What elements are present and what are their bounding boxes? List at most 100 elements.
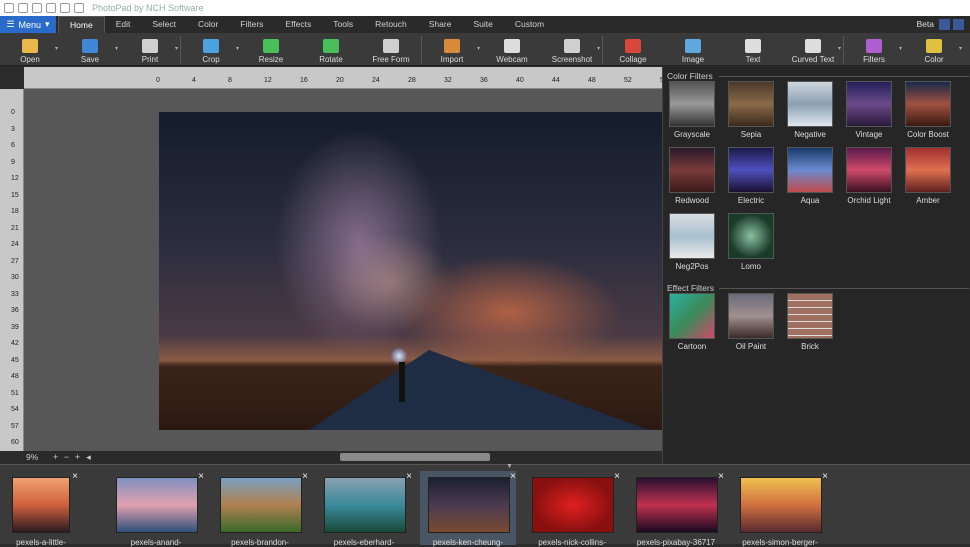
thumbnail-filename: pexels-simon-berger- — [742, 538, 818, 547]
filmstrip-thumbnail[interactable]: × pexels-a-little- — [4, 471, 78, 547]
person-silhouette — [399, 362, 405, 402]
undo-icon[interactable] — [32, 3, 42, 13]
close-icon[interactable]: × — [302, 471, 308, 482]
menu-button[interactable]: ☰ Menu ▾ — [0, 16, 56, 33]
horizontal-ruler: 048121620242832364044485256 — [24, 67, 662, 89]
tab-effects[interactable]: Effects — [274, 16, 322, 33]
chevron-down-icon[interactable]: ▾ — [838, 45, 841, 52]
close-icon[interactable]: × — [198, 471, 204, 482]
collapse-handle-icon[interactable]: ▼ — [506, 463, 513, 470]
filmstrip-thumbnail[interactable]: × pexels-anand- — [108, 471, 204, 547]
tab-edit[interactable]: Edit — [105, 16, 142, 33]
close-icon[interactable]: × — [72, 471, 78, 482]
rotate-button[interactable]: Rotate — [301, 33, 361, 66]
hamburger-icon: ☰ — [6, 19, 15, 29]
tab-tools[interactable]: Tools — [322, 16, 364, 33]
collage-button[interactable]: Collage — [603, 33, 663, 66]
filmstrip-thumbnail[interactable]: × pexels-pixabay-36717 — [628, 471, 724, 547]
oil-paint-filter[interactable]: Oil Paint — [727, 293, 775, 351]
close-icon[interactable]: × — [510, 471, 516, 482]
facebook-icon[interactable] — [953, 19, 964, 30]
grayscale-filter[interactable]: Grayscale — [668, 81, 716, 139]
screenshot-button[interactable]: Screenshot ▾ — [542, 33, 602, 66]
close-icon[interactable]: × — [822, 471, 828, 482]
filmstrip-thumbnail[interactable]: × pexels-nick-collins- — [524, 471, 620, 547]
image-canvas[interactable] — [24, 89, 662, 451]
cartoon-filter[interactable]: Cartoon — [668, 293, 716, 351]
image-button[interactable]: Image — [663, 33, 723, 66]
quick-save-icon[interactable] — [18, 3, 28, 13]
vintage-filter[interactable]: Vintage — [845, 81, 893, 139]
sepia-filter[interactable]: Sepia — [727, 81, 775, 139]
zoom-fit-button[interactable]: + — [72, 452, 83, 462]
tab-select[interactable]: Select — [141, 16, 187, 33]
tab-color[interactable]: Color — [187, 16, 229, 33]
paste-icon[interactable] — [74, 3, 84, 13]
amber-filter[interactable]: Amber — [904, 147, 952, 205]
filmstrip-thumbnail[interactable]: × pexels-eberhard- — [316, 471, 412, 547]
negative-filter-icon — [787, 81, 833, 127]
electric-filter[interactable]: Electric — [727, 147, 775, 205]
negative-filter[interactable]: Negative — [786, 81, 834, 139]
resize-button[interactable]: Resize — [241, 33, 301, 66]
sepia-filter-icon — [728, 81, 774, 127]
brick-filter[interactable]: Brick — [786, 293, 834, 351]
print-button[interactable]: Print ▾ — [120, 33, 180, 66]
new-icon[interactable] — [60, 3, 70, 13]
curved-text-button[interactable]: Curved Text ▾ — [783, 33, 843, 66]
color-boost-filter[interactable]: Color Boost — [904, 81, 952, 139]
chevron-down-icon[interactable]: ▾ — [115, 45, 118, 52]
free-form-icon — [383, 39, 399, 53]
free-form-button[interactable]: Free Form — [361, 33, 421, 66]
aqua-filter[interactable]: Aqua — [786, 147, 834, 205]
chevron-down-icon[interactable]: ▾ — [597, 45, 600, 52]
filmstrip-thumbnail[interactable]: × pexels-ken-cheung- — [420, 471, 516, 547]
webcam-button[interactable]: Webcam — [482, 33, 542, 66]
thumbs-up-icon[interactable] — [939, 19, 950, 30]
tab-suite[interactable]: Suite — [462, 16, 503, 33]
tab-filters[interactable]: Filters — [229, 16, 274, 33]
orchid-light-filter[interactable]: Orchid Light — [845, 147, 893, 205]
crop-button[interactable]: Crop ▾ — [181, 33, 241, 66]
tab-home[interactable]: Home — [58, 16, 105, 33]
screenshot-icon — [564, 39, 580, 53]
scrollbar-thumb[interactable] — [340, 453, 490, 461]
filters-button[interactable]: Filters ▾ — [844, 33, 904, 66]
canvas-scrollbar[interactable]: 9% + − + ◂ — [24, 451, 662, 463]
lomo-filter[interactable]: Lomo — [727, 213, 775, 271]
quick-access-icon[interactable] — [4, 3, 14, 13]
filmstrip-thumbnail[interactable]: × pexels-brandon- — [212, 471, 308, 547]
save-button[interactable]: Save ▾ — [60, 33, 120, 66]
color-button[interactable]: Color ▾ — [904, 33, 964, 66]
filter-label: Sepia — [740, 130, 762, 139]
tab-share[interactable]: Share — [418, 16, 463, 33]
close-icon[interactable]: × — [406, 471, 412, 482]
chevron-down-icon[interactable]: ▾ — [899, 45, 902, 52]
chevron-down-icon[interactable]: ▾ — [236, 45, 239, 52]
chevron-down-icon[interactable]: ▾ — [959, 45, 962, 52]
neg2pos-filter[interactable]: Neg2Pos — [668, 213, 716, 271]
chevron-down-icon[interactable]: ▾ — [55, 45, 58, 52]
chevron-down-icon[interactable]: ▾ — [477, 45, 480, 52]
ruler-tick-label: 4 — [192, 77, 196, 84]
ruler-tick-label: 57 — [11, 422, 19, 430]
filter-label: Negative — [794, 130, 826, 139]
zoom-out-button[interactable]: − — [61, 452, 72, 462]
text-button[interactable]: Text — [723, 33, 783, 66]
redo-icon[interactable] — [46, 3, 56, 13]
edited-photo[interactable] — [159, 112, 662, 430]
filmstrip-thumbnail[interactable]: × pexels-simon-berger- — [732, 471, 828, 547]
tab-retouch[interactable]: Retouch — [364, 16, 418, 33]
thumbnail-filename: pexels-ken-cheung- — [432, 538, 504, 547]
redwood-filter[interactable]: Redwood — [668, 147, 716, 205]
import-button[interactable]: Import ▾ — [422, 33, 482, 66]
crop-icon — [203, 39, 219, 53]
open-button[interactable]: Open ▾ — [0, 33, 60, 66]
scroll-left-button[interactable]: ◂ — [83, 452, 94, 463]
close-icon[interactable]: × — [718, 471, 724, 482]
zoom-in-button[interactable]: + — [50, 452, 61, 462]
chevron-down-icon[interactable]: ▾ — [175, 45, 178, 52]
tab-custom[interactable]: Custom — [504, 16, 555, 33]
close-icon[interactable]: × — [614, 471, 620, 482]
thumbnail-filename: pexels-nick-collins- — [538, 538, 606, 547]
